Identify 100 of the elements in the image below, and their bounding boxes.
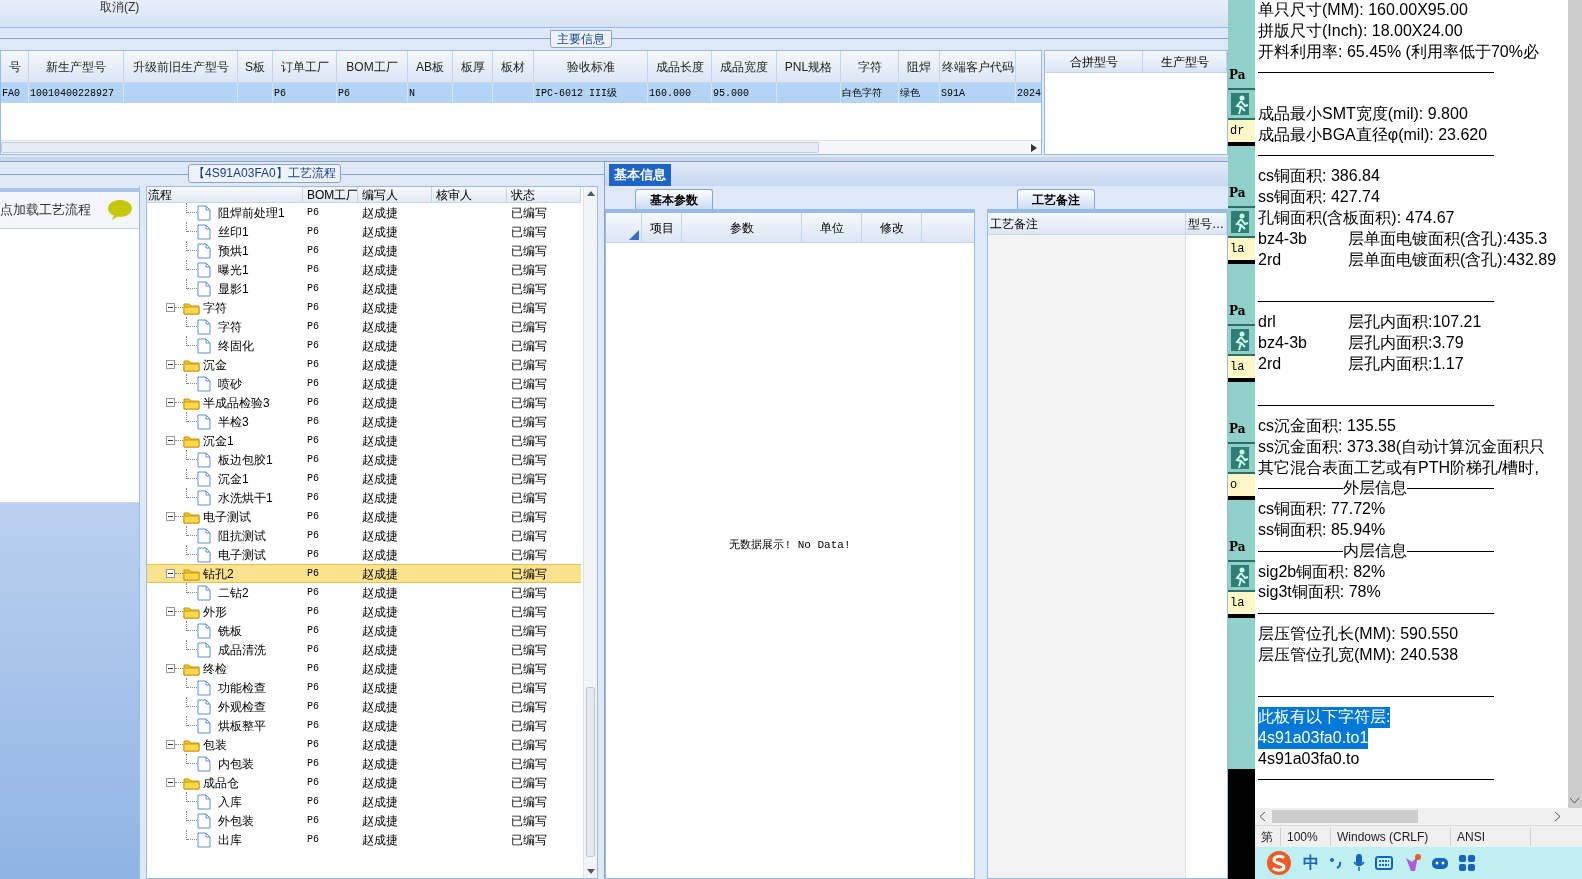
column-header[interactable]: 成品宽度 [720,57,768,76]
column-header[interactable]: 状态 [511,187,535,202]
collapse-icon[interactable] [166,740,175,749]
tree-item[interactable]: 半成品检验3 [203,393,270,412]
scrollbar-thumb[interactable] [1,142,819,153]
tree-item[interactable]: 阻抗测试 [218,526,266,545]
tree-item[interactable]: 包装 [203,735,227,754]
collapse-icon[interactable] [166,664,175,673]
column-header[interactable]: 验收标准 [566,57,615,76]
tree-row[interactable]: 半检3 P6 赵成捷 已编写 [147,412,581,431]
tree-item[interactable]: 阻焊前处理1 [218,203,285,222]
column-header[interactable]: 工艺备注 [990,214,1038,233]
tree-row[interactable]: 入库 P6 赵成捷 已编写 [147,792,581,811]
column-header[interactable]: PNL规格 [784,57,833,76]
tree-item[interactable]: 水洗烘干1 [218,488,273,507]
horizontal-scrollbar[interactable] [1,140,1041,154]
collapse-icon[interactable] [166,398,175,407]
tree-item[interactable]: 显影1 [218,279,249,298]
tree-item[interactable]: 丝印1 [218,222,249,241]
tree-item[interactable]: 预烘1 [218,241,249,260]
tree-item[interactable]: 成品仓 [203,773,239,792]
scrollbar-thumb[interactable] [586,687,595,857]
table-row[interactable]: FA0 10010400228927 P6 P6 N IPC-6012 III级 160.000 95.000 白色字符 绿色 S91A 2024 [1,83,1041,103]
tree-row[interactable]: 电子测试 P6 赵成捷 已编写 [147,507,581,526]
column-header[interactable]: 流程 [148,187,172,202]
tree-row[interactable]: 沉金 P6 赵成捷 已编写 [147,355,581,374]
tree-row[interactable]: 字符 P6 赵成捷 已编写 [147,317,581,336]
tree-row[interactable]: 阻抗测试 P6 赵成捷 已编写 [147,526,581,545]
tree-row[interactable]: 二钻2 P6 赵成捷 已编写 [147,583,581,602]
vertical-scrollbar[interactable] [1568,0,1582,808]
collapse-icon[interactable] [166,436,175,445]
tree-row[interactable]: 沉金1 P6 赵成捷 已编写 [147,469,581,488]
tree-row[interactable]: 外形 P6 赵成捷 已编写 [147,602,581,621]
tree-row[interactable]: 出库 P6 赵成捷 已编写 [147,830,581,849]
tree-row[interactable]: 丝印1 P6 赵成捷 已编写 [147,222,581,241]
column-header[interactable]: 新生产型号 [46,57,106,76]
collapse-icon[interactable] [166,607,175,616]
collapse-icon[interactable] [166,778,175,787]
tree-row[interactable]: 水洗烘干1 P6 赵成捷 已编写 [147,488,581,507]
column-header[interactable]: 合拼型号 [1069,52,1118,71]
tree-row[interactable]: 曝光1 P6 赵成捷 已编写 [147,260,581,279]
tree-item[interactable]: 板边包胶1 [218,450,273,469]
tab[interactable]: 基本参数 [635,189,713,209]
collapse-icon[interactable] [166,303,175,312]
column-header[interactable]: BOM工厂 [307,187,357,202]
tree-item[interactable]: 外观检查 [218,697,266,716]
column-header[interactable]: 参数 [729,218,754,237]
column-header[interactable]: 项目 [649,218,674,237]
column-header[interactable]: 核审人 [436,187,472,202]
tree-item[interactable]: 铣板 [218,621,242,640]
tree-item[interactable]: 功能检查 [218,678,266,697]
tree-row[interactable]: 功能检查 P6 赵成捷 已编写 [147,678,581,697]
tree-item[interactable]: 沉金1 [203,431,234,450]
collapse-icon[interactable] [166,512,175,521]
tree-item[interactable]: 沉金 [203,355,227,374]
column-header[interactable]: 订单工厂 [280,57,329,76]
tree-row[interactable]: 沉金1 P6 赵成捷 已编写 [147,431,581,450]
tree-row[interactable]: 终固化 P6 赵成捷 已编写 [147,336,581,355]
tree-row[interactable]: 内包装 P6 赵成捷 已编写 [147,754,581,773]
vertical-scrollbar[interactable] [583,187,597,878]
column-header[interactable]: 成品长度 [655,57,704,76]
tab[interactable]: 工艺备注 [1017,189,1095,209]
column-header[interactable]: 单位 [819,218,844,237]
collapse-icon[interactable] [166,360,175,369]
tree-row[interactable]: 显影1 P6 赵成捷 已编写 [147,279,581,298]
tree-row[interactable]: 钻孔2 P6 赵成捷 已编写 [147,564,581,583]
tree-row[interactable]: 电子测试 P6 赵成捷 已编写 [147,545,581,564]
tab[interactable]: 基本信息 [609,164,671,186]
tree-item[interactable]: 钻孔2 [203,564,234,583]
column-header[interactable]: 生产型号 [1160,52,1209,71]
tree-row[interactable]: 喷砂 P6 赵成捷 已编写 [147,374,581,393]
tree-item[interactable]: 曝光1 [218,260,249,279]
tree-item[interactable]: 内包装 [218,754,254,773]
tree-item[interactable]: 终固化 [218,336,254,355]
column-header[interactable]: 修改 [879,218,904,237]
scrollbar-thumb[interactable] [1272,810,1418,823]
tree-row[interactable]: 烘板整平 P6 赵成捷 已编写 [147,716,581,735]
tree-row[interactable]: 字符 P6 赵成捷 已编写 [147,298,581,317]
tree-item[interactable]: 烘板整平 [218,716,266,735]
tree-row[interactable]: 半成品检验3 P6 赵成捷 已编写 [147,393,581,412]
tree-item[interactable]: 成品清洗 [218,640,266,659]
tree-item[interactable]: 入库 [218,792,242,811]
column-header[interactable]: AB板 [416,57,444,76]
tree-item[interactable]: 半检3 [218,412,249,431]
column-header[interactable]: 终端客户代码 [941,57,1014,76]
tree-item[interactable]: 出库 [218,830,242,849]
tree-row[interactable]: 成品仓 P6 赵成捷 已编写 [147,773,581,792]
tree-item[interactable]: 终检 [203,659,227,678]
tree-item[interactable]: 喷砂 [218,374,242,393]
column-header[interactable]: 号 [8,57,21,76]
tree-item[interactable]: 字符 [218,317,242,336]
tree-row[interactable]: 预烘1 P6 赵成捷 已编写 [147,241,581,260]
column-header[interactable]: 板材 [501,57,525,76]
tree-row[interactable]: 板边包胶1 P6 赵成捷 已编写 [147,450,581,469]
ime-mode-label[interactable]: 中 [1303,851,1319,875]
tree-item[interactable]: 外形 [203,602,227,621]
tree-item[interactable]: 电子测试 [203,507,251,526]
column-header[interactable]: 阻焊 [907,57,931,76]
column-header[interactable]: 编写人 [362,187,398,202]
column-header[interactable]: 升级前旧生产型号 [132,57,229,76]
